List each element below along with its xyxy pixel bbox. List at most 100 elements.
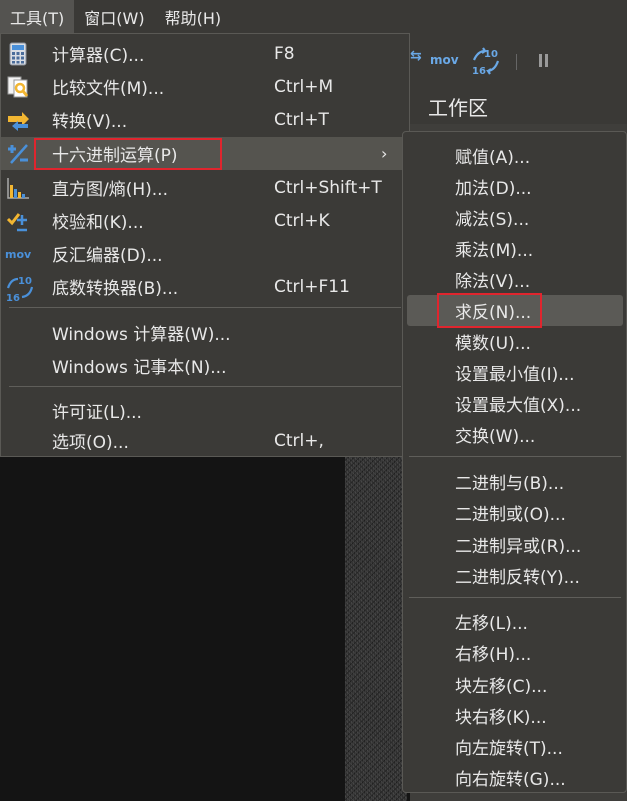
menu-tools[interactable]: 工具(T) — [0, 0, 75, 33]
menu-item-label: 底数转换器(B)... — [52, 279, 179, 299]
submenu-item-label: 块左移(C)... — [455, 677, 548, 697]
submenu-item-binary-xor[interactable]: 二进制异或(R)... — [407, 529, 623, 560]
svg-text:10: 10 — [18, 276, 32, 287]
submenu-item-subtract[interactable]: 减法(S)... — [407, 202, 623, 233]
toolbar-base-convert-icon[interactable]: 10 16 — [470, 46, 504, 80]
svg-text:mov: mov — [5, 248, 32, 261]
toolbar-mov-icon[interactable]: mov — [430, 53, 459, 67]
annotation-box-hex-operations — [34, 138, 222, 170]
submenu-item-modulo[interactable]: 模数(U)... — [407, 326, 623, 357]
svg-text:16: 16 — [6, 293, 20, 302]
submenu-item-label: 除法(V)... — [455, 272, 531, 292]
toolbar-arrows-icon[interactable]: ⇆ — [410, 48, 422, 64]
menu-item-shortcut: Ctrl+T — [274, 109, 329, 130]
submenu-item-multiply[interactable]: 乘法(M)... — [407, 233, 623, 264]
submenu-item-add[interactable]: 加法(D)... — [407, 171, 623, 202]
submenu-separator — [409, 597, 621, 598]
menu-item-label: Windows 记事本(N)... — [52, 358, 227, 378]
annotation-box-negate — [437, 293, 542, 328]
submenu-arrow-icon: › — [381, 144, 388, 163]
workspace-title: 工作区 — [410, 88, 627, 124]
menu-item-shortcut: Ctrl+F11 — [274, 276, 350, 297]
menu-item-disassembler[interactable]: mov 反汇编器(D)... — [1, 237, 409, 270]
menu-item-label: 比较文件(M)... — [52, 79, 165, 99]
submenu-item-shift-right[interactable]: 右移(H)... — [407, 637, 623, 668]
menu-item-shortcut: Ctrl+Shift+T — [274, 177, 382, 198]
menu-item-compare-files[interactable]: 比较文件(M)... Ctrl+M — [1, 70, 409, 103]
submenu-item-label: 右移(H)... — [455, 645, 532, 665]
submenu-item-label: 设置最大值(X)... — [455, 396, 582, 416]
histogram-icon — [5, 175, 33, 201]
submenu-item-divide[interactable]: 除法(V)... — [407, 264, 623, 295]
menu-item-label: Windows 计算器(W)... — [52, 325, 231, 345]
menu-help[interactable]: 帮助(H) — [155, 0, 232, 33]
menu-item-windows-calculator[interactable]: Windows 计算器(W)... — [1, 316, 409, 349]
calculator-icon — [5, 41, 33, 67]
menu-item-shortcut: Ctrl+, — [274, 430, 324, 451]
submenu-item-swap[interactable]: 交换(W)... — [407, 419, 623, 450]
toolbar-separator — [516, 54, 517, 70]
submenu-item-label: 减法(S)... — [455, 210, 530, 230]
menu-item-convert[interactable]: 转换(V)... Ctrl+T — [1, 103, 409, 136]
menu-item-label: 转换(V)... — [52, 112, 128, 132]
submenu-item-label: 向左旋转(T)... — [455, 739, 563, 759]
menu-separator — [9, 307, 401, 308]
base-converter-icon: 10 16 — [5, 274, 34, 304]
menu-item-windows-notepad[interactable]: Windows 记事本(N)... — [1, 349, 409, 382]
menu-item-base-converter[interactable]: 10 16 底数转换器(B)... Ctrl+F11 — [1, 270, 409, 304]
pause-icon[interactable] — [539, 54, 549, 67]
menu-item-histogram[interactable]: 直方图/熵(H)... Ctrl+Shift+T — [1, 171, 409, 204]
disassembler-icon: mov — [5, 241, 33, 267]
submenu-item-label: 乘法(M)... — [455, 241, 534, 261]
submenu-item-binary-and[interactable]: 二进制与(B)... — [407, 466, 623, 497]
menu-item-label: 直方图/熵(H)... — [52, 180, 168, 200]
compare-files-icon — [5, 74, 33, 100]
submenu-item-label: 交换(W)... — [455, 427, 536, 447]
submenu-item-label: 二进制异或(R)... — [455, 537, 582, 557]
menu-item-shortcut: Ctrl+M — [274, 76, 334, 97]
submenu-item-set-minimum[interactable]: 设置最小值(I)... — [407, 357, 623, 388]
menu-item-label: 选项(O)... — [52, 433, 129, 453]
menu-item-shortcut: Ctrl+K — [274, 210, 330, 231]
submenu-item-rotate-right[interactable]: 向右旋转(G)... — [407, 762, 623, 793]
submenu-item-label: 二进制反转(Y)... — [455, 568, 580, 588]
svg-text:16: 16 — [472, 66, 486, 76]
submenu-item-set-maximum[interactable]: 设置最大值(X)... — [407, 388, 623, 419]
submenu-separator — [409, 456, 621, 457]
svg-text:10: 10 — [484, 49, 498, 60]
tools-menu: 计算器(C)... F8 比较文件(M)... Ctrl+M 转换(V)... … — [0, 33, 410, 457]
data-visualization-strip — [345, 456, 407, 801]
submenu-item-label: 二进制与(B)... — [455, 474, 565, 494]
menu-bar: 工具(T) 窗口(W) 帮助(H) — [0, 0, 627, 33]
submenu-item-block-shift-right[interactable]: 块右移(K)... — [407, 700, 623, 731]
menu-item-license[interactable]: 许可证(L)... — [1, 394, 409, 427]
checksum-icon — [5, 208, 33, 234]
submenu-item-binary-or[interactable]: 二进制或(O)... — [407, 497, 623, 528]
menu-window[interactable]: 窗口(W) — [74, 0, 154, 33]
menu-item-label: 反汇编器(D)... — [52, 246, 163, 266]
menu-item-options[interactable]: 选项(O)... Ctrl+, — [1, 424, 409, 457]
menu-item-calculator[interactable]: 计算器(C)... F8 — [1, 37, 409, 70]
submenu-item-label: 块右移(K)... — [455, 708, 547, 728]
submenu-item-label: 加法(D)... — [455, 179, 532, 199]
submenu-item-block-shift-left[interactable]: 块左移(C)... — [407, 669, 623, 700]
submenu-item-label: 设置最小值(I)... — [455, 365, 575, 385]
submenu-item-label: 左移(L)... — [455, 614, 528, 634]
submenu-item-assign[interactable]: 赋值(A)... — [407, 140, 623, 171]
submenu-item-label: 赋值(A)... — [455, 148, 531, 168]
menu-item-label: 计算器(C)... — [52, 46, 145, 66]
menu-item-checksum[interactable]: 校验和(K)... Ctrl+K — [1, 204, 409, 237]
submenu-item-binary-invert[interactable]: 二进制反转(Y)... — [407, 560, 623, 591]
hex-operations-submenu: 赋值(A)... 加法(D)... 减法(S)... 乘法(M)... 除法(V… — [402, 131, 627, 793]
submenu-item-label: 模数(U)... — [455, 334, 531, 354]
hex-operations-icon — [5, 141, 33, 167]
menu-item-shortcut: F8 — [274, 43, 295, 64]
submenu-item-rotate-left[interactable]: 向左旋转(T)... — [407, 731, 623, 762]
menu-item-label: 许可证(L)... — [52, 403, 142, 423]
submenu-item-shift-left[interactable]: 左移(L)... — [407, 606, 623, 637]
submenu-item-label: 二进制或(O)... — [455, 505, 566, 525]
menu-item-label: 校验和(K)... — [52, 213, 144, 233]
convert-icon — [5, 107, 33, 133]
menu-separator — [9, 386, 401, 387]
submenu-item-label: 向右旋转(G)... — [455, 770, 566, 790]
